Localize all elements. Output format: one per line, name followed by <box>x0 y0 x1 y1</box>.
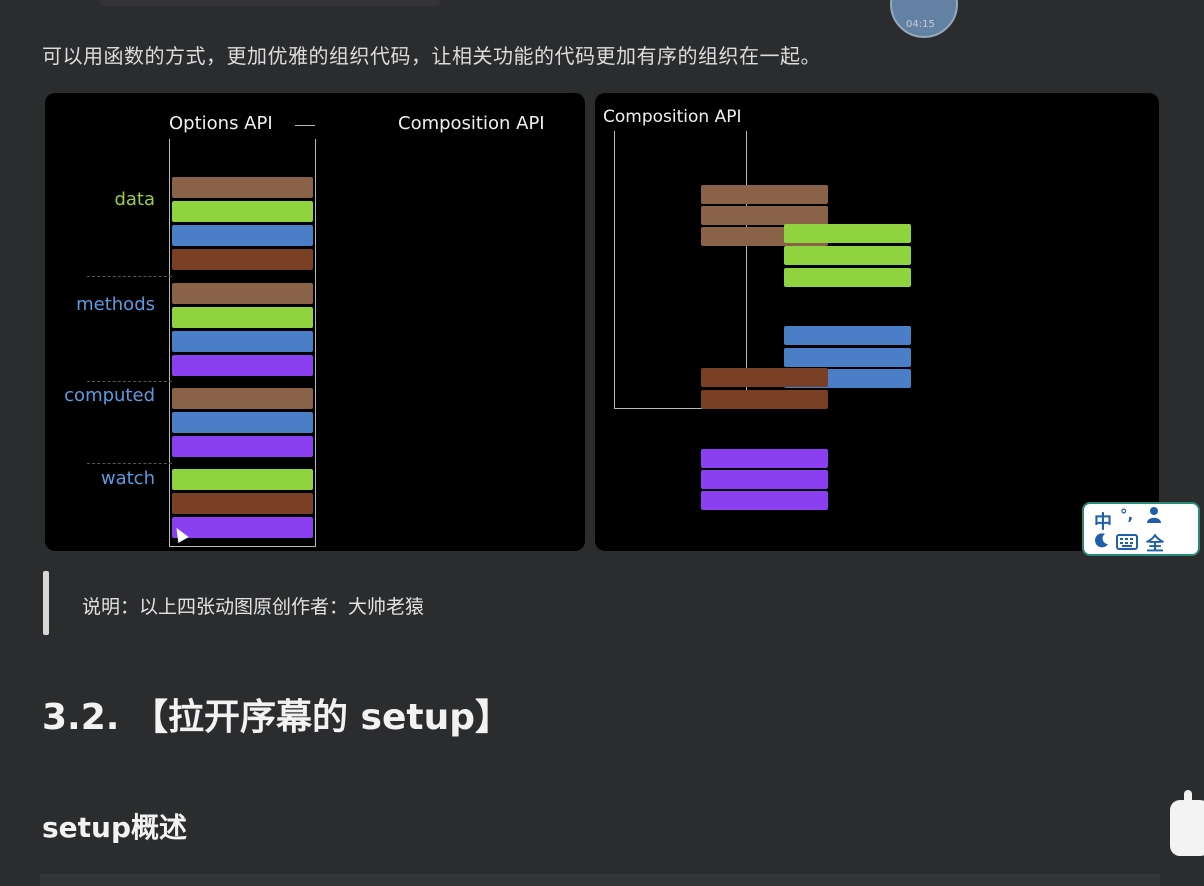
code-block <box>172 517 313 538</box>
ime-toolbar[interactable]: 中 °, 全 <box>1082 502 1200 556</box>
code-block <box>172 412 313 433</box>
ime-mode-toggle[interactable]: 中 <box>1094 508 1112 534</box>
code-block <box>172 493 313 514</box>
floating-widget-icon[interactable] <box>1170 790 1204 856</box>
options-api-title: Options API <box>169 113 273 134</box>
moon-icon[interactable] <box>1094 532 1110 553</box>
blockquote-text: 说明：以上四张动图原创作者：大帅老猿 <box>82 596 425 618</box>
code-block <box>172 249 313 270</box>
blockquote-bar <box>43 571 49 635</box>
code-block <box>784 246 911 265</box>
subsection-heading: setup概述 <box>42 811 188 844</box>
code-block <box>701 368 828 387</box>
code-block <box>701 390 828 409</box>
intro-paragraph: 可以用函数的方式，更加优雅的组织代码，让相关功能的代码更加有序的组织在一起。 <box>42 44 821 68</box>
divider-methods-computed <box>87 381 172 382</box>
code-block <box>701 449 828 468</box>
code-block <box>172 331 313 352</box>
ime-punctuation-toggle[interactable]: °, <box>1120 506 1133 524</box>
composition-api-panel: Composition API <box>595 93 1159 551</box>
code-block <box>701 185 828 204</box>
code-block <box>172 307 313 328</box>
section-heading: 3.2. 【拉开序幕的 setup】 <box>42 697 511 738</box>
code-block <box>172 388 313 409</box>
section-label-methods: methods <box>76 294 155 315</box>
floating-widget-nub <box>1184 790 1192 804</box>
composition-api-title: Composition API <box>398 113 545 134</box>
code-block <box>701 491 828 510</box>
code-block <box>701 206 828 225</box>
ime-width-toggle[interactable]: 全 <box>1146 530 1164 556</box>
code-block <box>784 326 911 345</box>
section-label-computed: computed <box>64 385 155 406</box>
code-block <box>172 469 313 490</box>
avatar-badge: 04:15 <box>906 19 935 30</box>
code-block <box>172 436 313 457</box>
avatar[interactable]: 04:15 <box>890 0 958 38</box>
code-block <box>172 201 313 222</box>
code-block <box>701 470 828 489</box>
code-block <box>172 355 313 376</box>
keyboard-icon[interactable] <box>1116 534 1138 555</box>
divider-computed-watch <box>87 463 172 464</box>
scrolled-heading-remnant <box>100 0 440 6</box>
section-label-data: data <box>114 189 155 210</box>
options-vs-composition-panel: Options API Composition API data methods… <box>45 93 585 551</box>
code-block <box>784 348 911 367</box>
code-block <box>172 177 313 198</box>
divider-data-methods <box>87 276 172 277</box>
section-label-watch: watch <box>100 468 155 489</box>
code-block <box>784 268 911 287</box>
user-icon[interactable] <box>1146 506 1162 529</box>
options-frame-top <box>295 125 315 126</box>
code-block <box>784 224 911 243</box>
next-content-remnant <box>40 874 1160 886</box>
composition-api-title-right: Composition API <box>603 107 742 127</box>
code-block <box>172 283 313 304</box>
code-block <box>172 225 313 246</box>
